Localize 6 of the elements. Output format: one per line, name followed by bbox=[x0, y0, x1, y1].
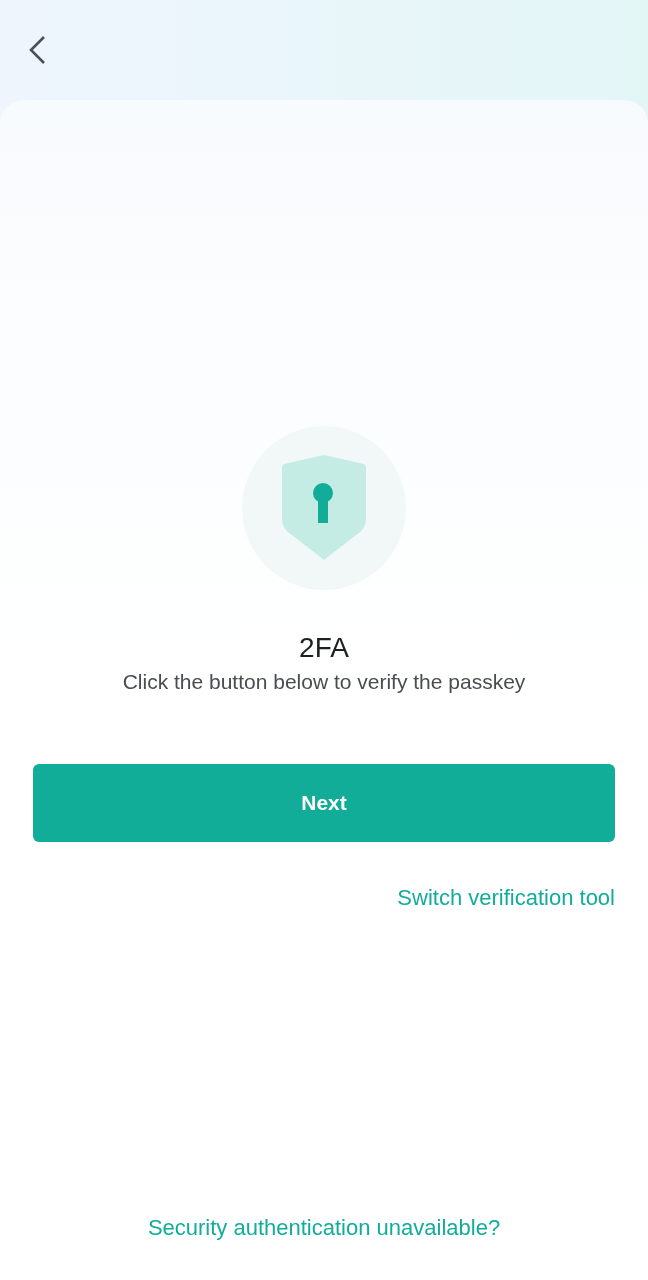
next-button[interactable]: Next bbox=[33, 764, 615, 842]
subtitle-text: Click the button below to verify the passkey bbox=[122, 669, 526, 695]
back-icon[interactable] bbox=[28, 35, 46, 65]
page-title: 2FA bbox=[299, 631, 349, 665]
switch-tool-link[interactable]: Switch verification tool bbox=[397, 882, 615, 914]
unavailable-link[interactable]: Security authentication unavailable? bbox=[147, 1212, 501, 1244]
